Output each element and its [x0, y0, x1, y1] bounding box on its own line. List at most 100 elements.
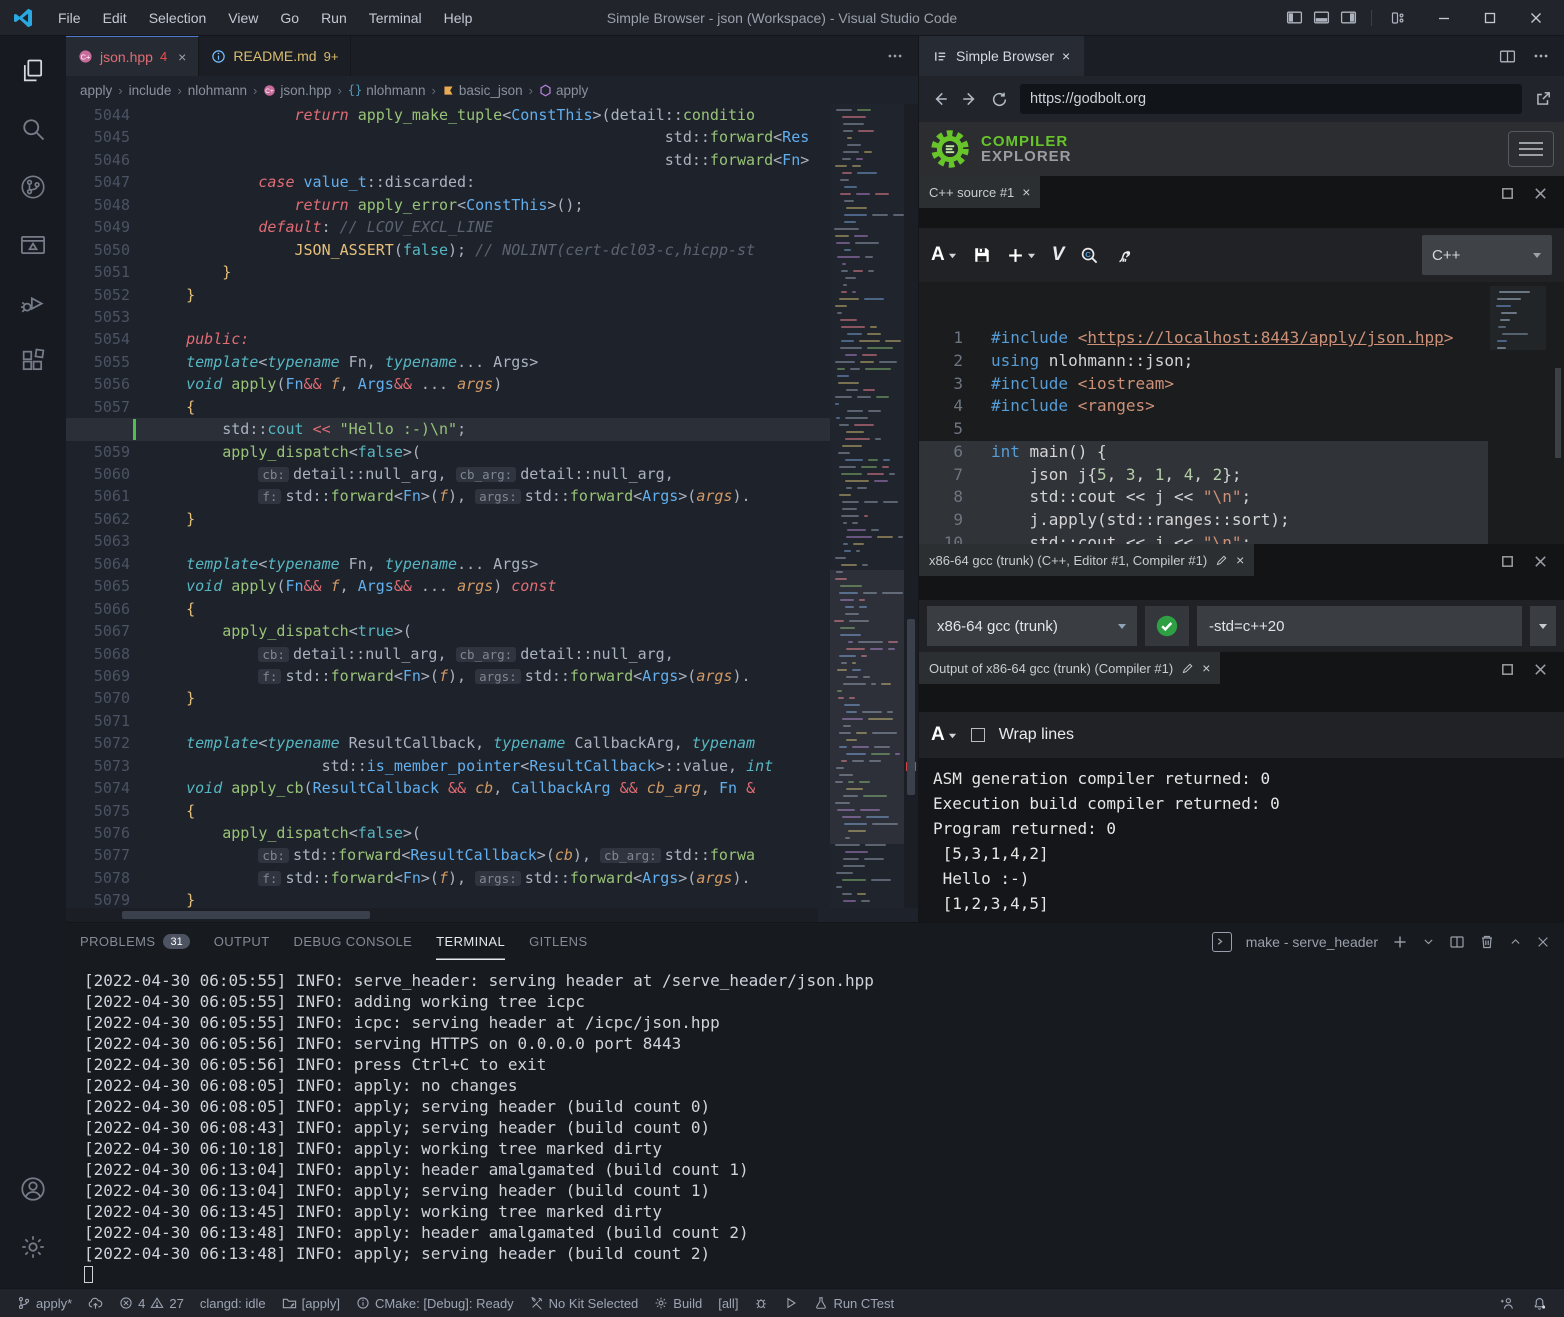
terminal-dropdown-icon[interactable] [1422, 935, 1435, 948]
output-pane-tab[interactable]: Output of x86-64 gcc (trunk) (Compiler #… [919, 652, 1220, 684]
tab-json-hpp[interactable]: C+ json.hpp 4 × [66, 36, 199, 76]
close-panel-icon[interactable] [1536, 935, 1550, 949]
terminal-content[interactable]: [2022-04-30 06:05:55] INFO: serve_header… [66, 960, 1564, 1288]
menu-terminal[interactable]: Terminal [359, 6, 432, 30]
quickbench-icon[interactable] [1115, 246, 1133, 264]
breadcrumb-nlohmann-dir[interactable]: nlohmann [188, 83, 247, 98]
settings-gear-icon[interactable] [9, 1222, 57, 1272]
breadcrumb-namespace[interactable]: {} nlohmann [348, 83, 426, 98]
close-tab-icon[interactable]: × [178, 49, 186, 65]
menu-edit[interactable]: Edit [93, 6, 137, 30]
cmake-project-item[interactable]: [apply] [275, 1289, 347, 1317]
edit-title-icon[interactable] [1181, 662, 1194, 675]
kill-terminal-icon[interactable] [1479, 934, 1495, 950]
minimap[interactable] [830, 104, 904, 908]
code-editor[interactable]: 5044 return apply_make_tuple<ConstThis>(… [66, 104, 918, 922]
compiler-pane-tab[interactable]: x86-64 gcc (trunk) (C++, Editor #1, Comp… [919, 544, 1254, 576]
ctest-item[interactable]: Run CTest [807, 1289, 901, 1317]
kit-item[interactable]: No Kit Selected [523, 1289, 646, 1317]
toggle-sidebar-icon[interactable] [1286, 9, 1303, 26]
breadcrumb-basic-json-class[interactable]: basic_json [442, 83, 523, 98]
breadcrumb-apply-method[interactable]: apply [539, 83, 588, 98]
run-debug-icon[interactable] [9, 278, 57, 328]
menu-go[interactable]: Go [270, 6, 309, 30]
tab-simple-browser[interactable]: Simple Browser × [919, 36, 1084, 76]
tab-problems[interactable]: PROBLEMS31 [80, 923, 190, 960]
close-icon[interactable]: × [1202, 660, 1210, 676]
maximize-pane-icon[interactable] [1500, 662, 1515, 677]
cmake-status-item[interactable]: CMake: [Debug]: Ready [349, 1289, 521, 1317]
compiler-args-input[interactable]: -std=c++20 [1197, 606, 1522, 646]
close-icon[interactable]: × [1236, 552, 1244, 568]
feedback-icon[interactable] [1492, 1296, 1521, 1311]
launch-target-item[interactable] [777, 1289, 805, 1317]
minimize-button[interactable] [1424, 3, 1464, 33]
source-pane-tab[interactable]: C++ source #1 × [919, 176, 1040, 208]
extensions-icon[interactable] [9, 336, 57, 386]
menu-view[interactable]: View [218, 6, 268, 30]
close-tab-icon[interactable]: × [1062, 48, 1070, 64]
reload-icon[interactable] [991, 91, 1008, 108]
menu-help[interactable]: Help [434, 6, 483, 30]
tab-terminal[interactable]: TERMINAL [436, 923, 505, 960]
maximize-button[interactable] [1470, 3, 1510, 33]
language-select[interactable]: C++ [1422, 235, 1552, 275]
menu-selection[interactable]: Selection [139, 6, 217, 30]
live-preview-icon[interactable] [9, 220, 57, 270]
ce-scrollbar[interactable] [1552, 282, 1564, 544]
ce-source-editor[interactable]: 1#include <https://localhost:8443/apply/… [919, 282, 1564, 544]
split-editor-icon[interactable] [1499, 48, 1516, 65]
maximize-pane-icon[interactable] [1500, 186, 1515, 201]
url-input[interactable]: https://godbolt.org [1020, 84, 1522, 114]
build-item[interactable]: Build [647, 1289, 709, 1317]
account-icon[interactable] [9, 1164, 57, 1214]
close-window-button[interactable] [1516, 3, 1556, 33]
debug-target-item[interactable] [747, 1289, 775, 1317]
breadcrumb-json-hpp[interactable]: C+ json.hpp [263, 83, 331, 98]
more-actions-icon[interactable] [886, 47, 904, 65]
customize-layout-icon[interactable] [1378, 3, 1418, 33]
maximize-pane-icon[interactable] [1500, 554, 1515, 569]
editor-vertical-scrollbar[interactable] [904, 104, 918, 908]
forward-icon[interactable] [961, 90, 979, 108]
menu-run[interactable]: Run [311, 6, 357, 30]
editor-horizontal-scrollbar[interactable] [66, 908, 818, 922]
problems-item[interactable]: 4 27 [112, 1289, 191, 1317]
menu-file[interactable]: File [48, 6, 91, 30]
sync-changes-item[interactable] [81, 1289, 110, 1317]
args-dropdown-icon[interactable] [1530, 606, 1556, 646]
hamburger-menu-icon[interactable] [1508, 131, 1554, 167]
close-pane-icon[interactable] [1533, 186, 1548, 201]
git-branch-item[interactable]: apply* [10, 1289, 79, 1317]
add-pane-button[interactable] [1007, 247, 1036, 264]
tab-debug-console[interactable]: DEBUG CONSOLE [294, 923, 413, 960]
toggle-secondary-sidebar-icon[interactable] [1340, 9, 1357, 26]
font-size-button[interactable]: A [931, 244, 957, 266]
notifications-bell-icon[interactable] [1525, 1296, 1554, 1311]
breadcrumb-include[interactable]: include [129, 83, 172, 98]
open-external-icon[interactable] [1534, 90, 1552, 108]
build-target-item[interactable]: [all] [711, 1289, 745, 1317]
clangd-status-item[interactable]: clangd: idle [193, 1289, 273, 1317]
font-size-button[interactable]: A [931, 724, 957, 746]
explorer-icon[interactable] [9, 46, 57, 96]
close-pane-icon[interactable] [1533, 554, 1548, 569]
split-terminal-icon[interactable] [1449, 934, 1465, 950]
vim-mode-icon[interactable]: V [1052, 244, 1065, 266]
tab-output[interactable]: OUTPUT [214, 923, 270, 960]
close-icon[interactable]: × [1022, 184, 1030, 200]
save-icon[interactable] [973, 246, 991, 264]
toggle-panel-icon[interactable] [1313, 9, 1330, 26]
more-actions-icon[interactable] [1532, 47, 1550, 65]
tab-gitlens[interactable]: GITLENS [529, 923, 587, 960]
source-control-icon[interactable] [9, 162, 57, 212]
close-pane-icon[interactable] [1533, 662, 1548, 677]
maximize-panel-icon[interactable] [1509, 935, 1522, 948]
back-icon[interactable] [931, 90, 949, 108]
edit-title-icon[interactable] [1215, 554, 1228, 567]
new-terminal-icon[interactable] [1392, 934, 1408, 950]
compiler-select[interactable]: x86-64 gcc (trunk) [927, 606, 1137, 646]
tab-readme-md[interactable]: README.md 9+ [199, 36, 351, 76]
cppinsights-icon[interactable]: C [1080, 246, 1099, 265]
breadcrumb-apply-dir[interactable]: apply [80, 83, 112, 98]
